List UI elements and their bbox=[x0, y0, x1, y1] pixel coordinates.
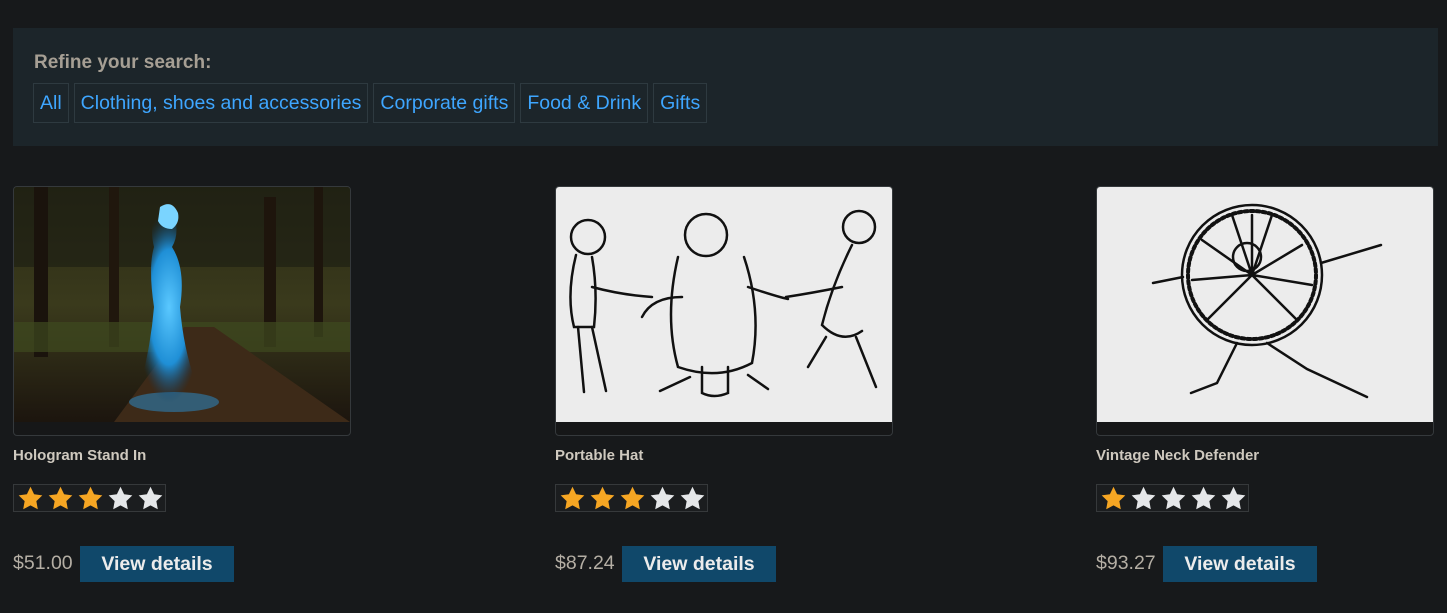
star-empty-icon bbox=[1188, 484, 1218, 512]
product-card: Vintage Neck Defender $93.27 View detail… bbox=[1096, 186, 1434, 582]
star-empty-icon bbox=[1218, 484, 1248, 512]
star-filled-icon bbox=[45, 484, 75, 512]
refine-search-title: Refine your search: bbox=[34, 52, 212, 73]
product-name[interactable]: Hologram Stand In bbox=[13, 447, 146, 464]
star-empty-icon bbox=[105, 484, 135, 512]
product-price: $87.24 bbox=[555, 552, 615, 574]
product-listing-page: Refine your search: All Clothing, shoes … bbox=[0, 0, 1447, 613]
star-filled-icon bbox=[15, 484, 45, 512]
filter-link-food-drink[interactable]: Food & Drink bbox=[520, 83, 649, 123]
category-filter-list: All Clothing, shoes and accessories Corp… bbox=[33, 83, 708, 123]
star-empty-icon bbox=[1158, 484, 1188, 512]
star-rating bbox=[1096, 484, 1249, 512]
star-filled-icon bbox=[75, 484, 105, 512]
product-name[interactable]: Vintage Neck Defender bbox=[1096, 447, 1259, 464]
product-image-neck-defender[interactable] bbox=[1096, 186, 1434, 436]
star-empty-icon bbox=[1128, 484, 1158, 512]
product-image-portable-hat[interactable] bbox=[555, 186, 893, 436]
view-details-button[interactable]: View details bbox=[80, 546, 234, 582]
product-price: $51.00 bbox=[13, 552, 73, 574]
refine-search-panel: Refine your search: All Clothing, shoes … bbox=[13, 28, 1438, 146]
star-filled-icon bbox=[587, 484, 617, 512]
product-price: $93.27 bbox=[1096, 552, 1156, 574]
star-filled-icon bbox=[1098, 484, 1128, 512]
product-card: Hologram Stand In $51.00 View details bbox=[13, 186, 351, 582]
product-image-hologram[interactable] bbox=[13, 186, 351, 436]
star-filled-icon bbox=[617, 484, 647, 512]
star-rating bbox=[13, 484, 166, 512]
filter-link-clothing[interactable]: Clothing, shoes and accessories bbox=[73, 83, 369, 123]
product-name[interactable]: Portable Hat bbox=[555, 447, 643, 464]
star-empty-icon bbox=[647, 484, 677, 512]
filter-link-all[interactable]: All bbox=[33, 83, 69, 123]
star-filled-icon bbox=[557, 484, 587, 512]
star-empty-icon bbox=[677, 484, 707, 512]
view-details-button[interactable]: View details bbox=[1163, 546, 1317, 582]
star-rating bbox=[555, 484, 708, 512]
view-details-button[interactable]: View details bbox=[622, 546, 776, 582]
product-card: Portable Hat $87.24 View details bbox=[555, 186, 893, 582]
star-empty-icon bbox=[135, 484, 165, 512]
filter-link-corporate-gifts[interactable]: Corporate gifts bbox=[373, 83, 516, 123]
filter-link-gifts[interactable]: Gifts bbox=[653, 83, 708, 123]
